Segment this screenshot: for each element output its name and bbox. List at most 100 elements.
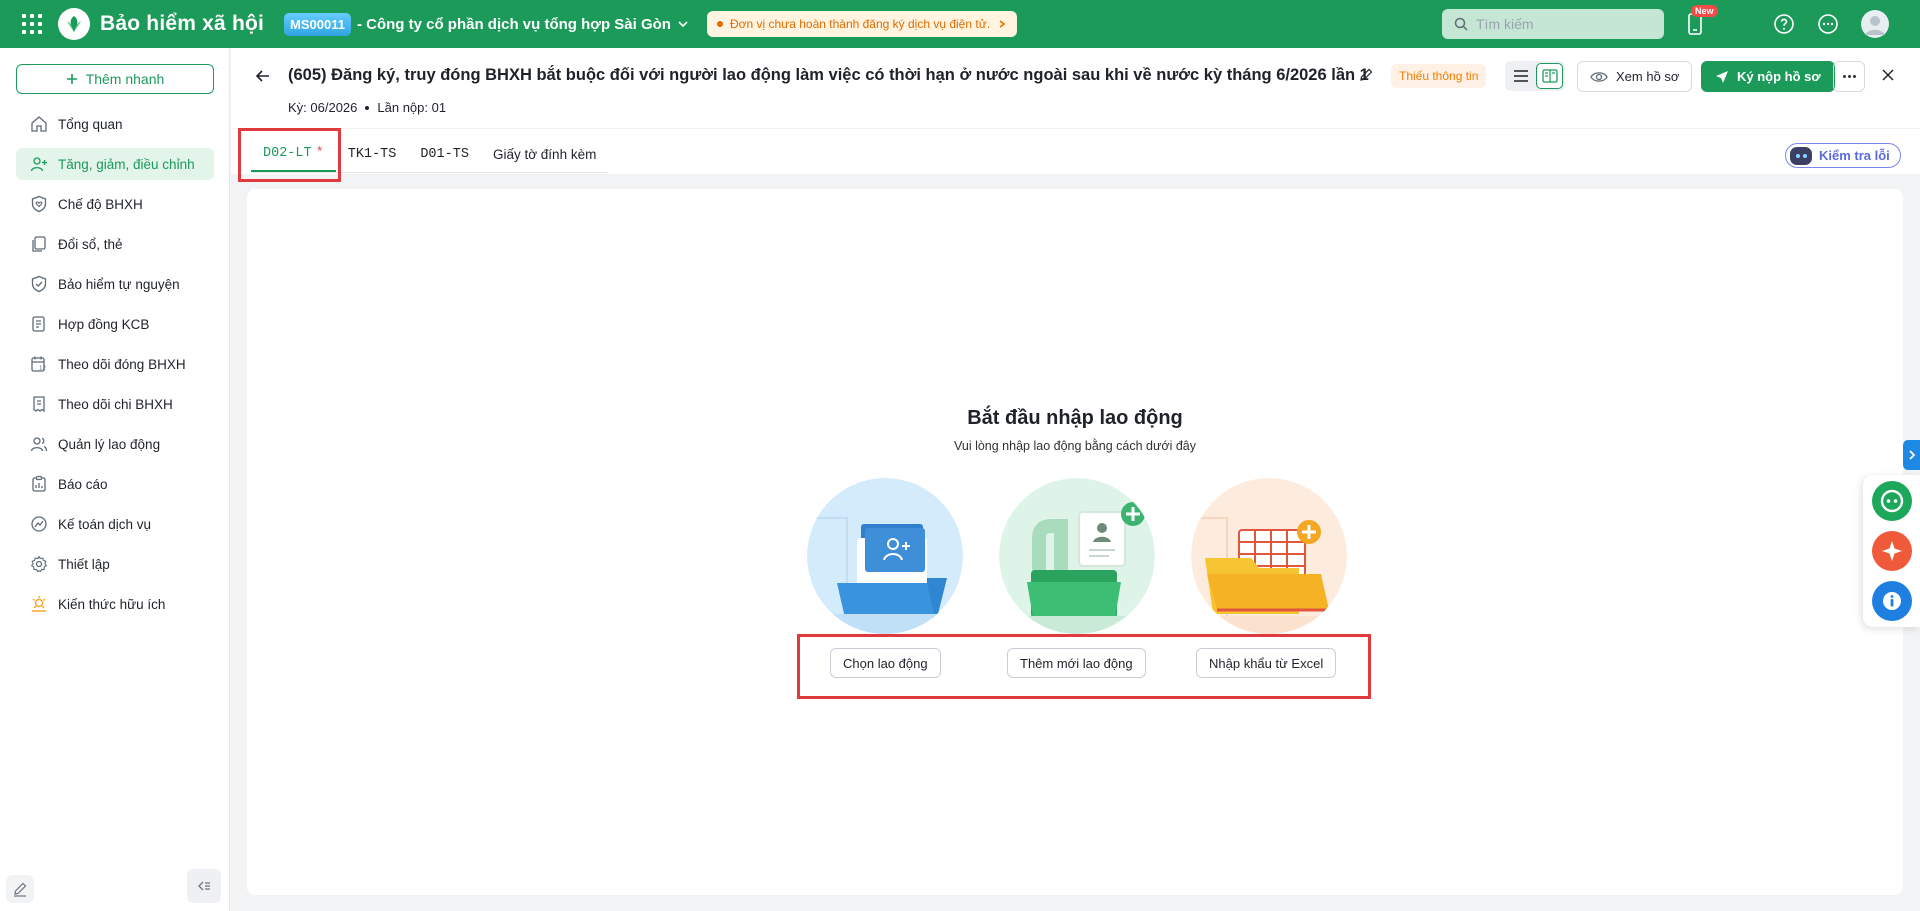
sidebar-item-service-accounting[interactable]: Kế toán dịch vụ — [16, 508, 214, 540]
form-tabs: D02-LT * TK1-TS D01-TS Giấy tờ đính kèm — [251, 137, 609, 173]
tab-attachments[interactable]: Giấy tờ đính kèm — [481, 137, 608, 172]
chat-bubble-icon[interactable] — [1816, 12, 1840, 36]
view-dossier-label: Xem hồ sơ — [1616, 69, 1680, 84]
expand-panel-chevron-icon[interactable] — [1903, 440, 1920, 470]
sidebar-item-label: Theo dõi đóng BHXH — [58, 356, 186, 372]
shield-heart-icon — [31, 195, 47, 213]
sidebar-item-useful-knowledge[interactable]: Kiến thức hữu ích — [16, 588, 214, 620]
required-marker: * — [315, 146, 324, 161]
view-dossier-button[interactable]: Xem hồ sơ — [1577, 61, 1693, 92]
sidebar-item-label: Hợp đồng KCB — [58, 316, 150, 332]
submission-count: Lần nộp: 01 — [377, 100, 447, 115]
sidebar-item-label: Kiến thức hữu ích — [58, 596, 166, 612]
choose-worker-button[interactable]: Chọn lao động — [830, 648, 941, 678]
sidebar-item-track-payment[interactable]: 12 Theo dõi đóng BHXH — [16, 348, 214, 380]
quick-add-button[interactable]: Thêm nhanh — [16, 64, 214, 94]
check-errors-button[interactable]: Kiểm tra lỗi — [1785, 143, 1901, 168]
accounting-icon — [31, 516, 47, 532]
split-view-icon[interactable] — [1536, 63, 1563, 89]
chevron-down-icon — [678, 21, 688, 28]
warning-dot-icon — [716, 21, 723, 27]
sidebar-item-overview[interactable]: Tổng quan — [16, 108, 214, 140]
layout-toggle — [1505, 61, 1565, 91]
gear-icon — [30, 555, 48, 573]
back-arrow-icon[interactable] — [253, 66, 273, 89]
sidebar-item-increase-decrease[interactable]: Tăng, giảm, điều chỉnh — [16, 148, 214, 180]
sidebar-item-voluntary-insurance[interactable]: Bảo hiểm tự nguyện — [16, 268, 214, 300]
chatbot-icon[interactable] — [1872, 481, 1912, 521]
import-excel-button[interactable]: Nhập khẩu từ Excel — [1196, 648, 1337, 678]
tab-d01-ts[interactable]: D01-TS — [408, 137, 481, 172]
tab-label: TK1-TS — [347, 147, 397, 162]
report-icon — [32, 475, 46, 492]
sidebar-item-bhxh-regime[interactable]: Chế độ BHXH — [16, 188, 214, 220]
sidebar-item-exchange-card[interactable]: Đổi sổ, thẻ — [16, 228, 214, 260]
sidebar-item-report[interactable]: Báo cáo — [16, 468, 214, 500]
feedback-edit-icon[interactable] — [6, 875, 34, 903]
sidebar-item-label: Kế toán dịch vụ — [58, 516, 152, 532]
global-search[interactable] — [1442, 9, 1664, 39]
search-input[interactable] — [1476, 16, 1646, 32]
sidebar-nav: Tổng quan Tăng, giảm, điều chỉnh Chế độ … — [16, 108, 214, 628]
close-icon[interactable] — [1880, 67, 1896, 86]
tab-label: D02-LT — [263, 146, 312, 161]
sidebar-item-manage-workers[interactable]: Quản lý lao động — [16, 428, 214, 460]
avatar[interactable] — [1860, 9, 1890, 39]
info-icon[interactable] — [1872, 581, 1912, 621]
list-view-icon[interactable] — [1507, 63, 1534, 89]
tabs-bar: D02-LT * TK1-TS D01-TS Giấy tờ đính kèm — [231, 129, 1920, 174]
tab-label: D01-TS — [420, 147, 469, 162]
tab-d02-lt[interactable]: D02-LT * — [251, 137, 336, 172]
receipt-icon — [33, 396, 45, 413]
plus-icon — [66, 74, 77, 84]
sidebar-item-label: Tăng, giảm, điều chỉnh — [58, 156, 195, 172]
help-icon[interactable] — [1772, 12, 1796, 36]
quick-add-label: Thêm nhanh — [85, 71, 165, 87]
page-header: (605) Đăng ký, truy đóng BHXH bắt buộc đ… — [231, 48, 1920, 128]
sidebar: Thêm nhanh Tổng quan Tăng, giảm, điều ch… — [0, 48, 230, 911]
folder-spreadsheet-illustration-icon — [1191, 478, 1347, 634]
calendar-track-icon: 12 — [31, 356, 46, 372]
sidebar-item-label: Quản lý lao động — [58, 436, 161, 452]
chevron-right-icon — [999, 20, 1006, 28]
sidebar-item-label: Báo cáo — [58, 476, 108, 492]
sidebar-item-label: Chế độ BHXH — [58, 196, 143, 212]
sidebar-item-label: Đổi sổ, thẻ — [58, 236, 123, 252]
ai-sparkle-icon[interactable] — [1872, 531, 1912, 571]
tax-code-badge: MS00011 — [284, 12, 351, 36]
page-title: (605) Đăng ký, truy đóng BHXH bắt buộc đ… — [288, 66, 1369, 84]
sidebar-item-settings[interactable]: Thiết lập — [16, 548, 214, 580]
floating-actions — [1863, 475, 1920, 627]
add-new-worker-button[interactable]: Thêm mới lao động — [1007, 648, 1146, 678]
app-logo-icon — [58, 8, 90, 40]
folder-users-illustration-icon — [807, 478, 963, 634]
main-content: Bắt đầu nhập lao động Vui lòng nhập lao … — [247, 189, 1903, 895]
sidebar-item-track-spending[interactable]: Theo dõi chi BHXH — [16, 388, 214, 420]
bullet-separator — [365, 105, 370, 110]
status-badge: Thiếu thông tin — [1391, 64, 1487, 88]
send-icon — [1716, 70, 1728, 83]
empty-state-title: Bắt đầu nhập lao động — [967, 407, 1183, 429]
svg-text:12: 12 — [39, 366, 46, 372]
tab-tk1-ts[interactable]: TK1-TS — [336, 137, 409, 172]
users-icon — [30, 437, 48, 452]
warning-text: Đơn vị chưa hoàn thành đăng ký dịch vụ đ… — [729, 17, 991, 31]
more-options-button[interactable] — [1833, 61, 1865, 92]
contract-icon — [32, 316, 45, 332]
eye-icon — [1590, 71, 1608, 82]
edit-title-icon[interactable] — [1358, 67, 1374, 86]
tab-label: Giấy tờ đính kèm — [492, 147, 597, 162]
registration-warning[interactable]: Đơn vị chưa hoàn thành đăng ký dịch vụ đ… — [706, 11, 1018, 37]
folder-add-profile-illustration-icon — [999, 478, 1155, 634]
collapse-sidebar-icon[interactable] — [187, 869, 221, 903]
sign-submit-button[interactable]: Ký nộp hồ sơ — [1701, 61, 1835, 92]
sidebar-item-kcb-contract[interactable]: Hợp đồng KCB — [16, 308, 214, 340]
home-icon — [31, 116, 47, 132]
shield-icon — [31, 275, 47, 293]
user-plus-icon — [30, 157, 47, 172]
app-grid-icon[interactable] — [22, 14, 42, 34]
company-selector[interactable]: - Công ty cổ phần dịch vụ tổng hợp Sài G… — [357, 16, 689, 33]
sidebar-item-label: Thiết lập — [58, 556, 110, 572]
knowledge-icon — [32, 596, 46, 612]
sidebar-item-label: Theo dõi chi BHXH — [58, 396, 173, 412]
